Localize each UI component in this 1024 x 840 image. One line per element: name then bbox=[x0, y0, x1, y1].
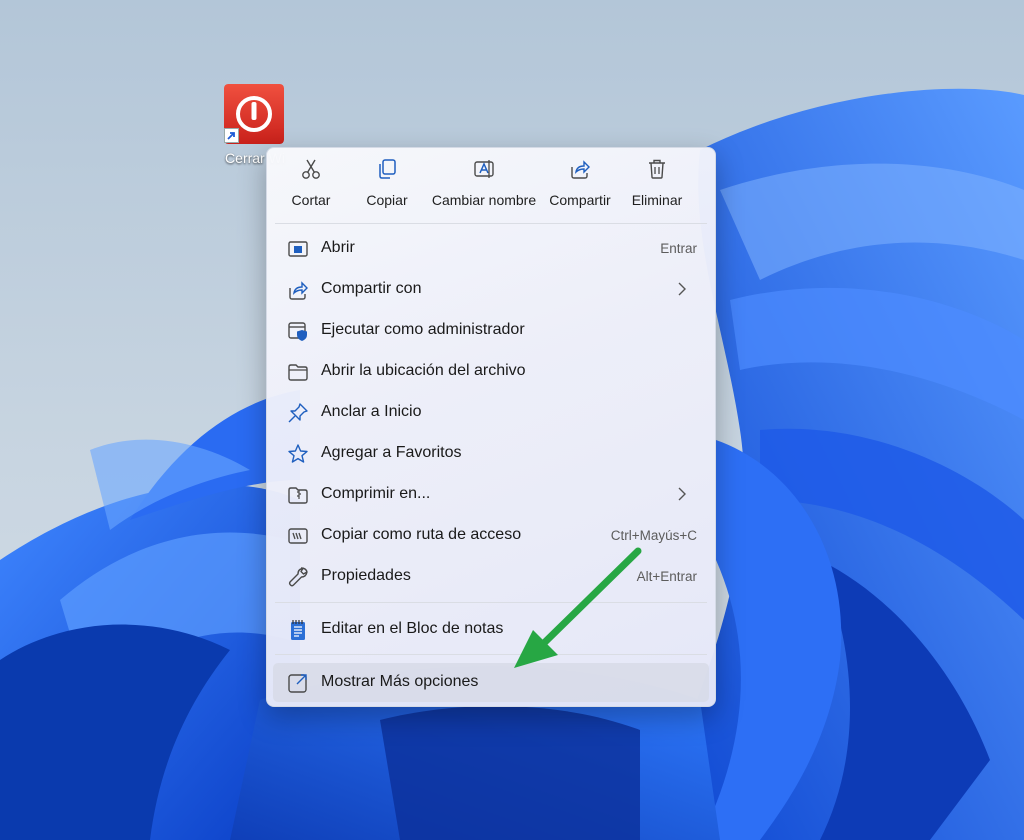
menu-item-label: Abrir la ubicación del archivo bbox=[321, 362, 526, 379]
menu-item-properties[interactable]: Propiedades Alt+Entrar bbox=[273, 557, 709, 596]
shortcut-arrow-icon bbox=[224, 128, 239, 143]
copy-label: Copiar bbox=[366, 192, 408, 208]
menu-item-label: Ejecutar como administrador bbox=[321, 321, 525, 338]
trash-icon bbox=[649, 159, 665, 179]
quick-actions-bar: Cortar Copiar Cambiar nombre Compartir E… bbox=[267, 148, 715, 223]
chevron-right-icon bbox=[678, 487, 686, 501]
wrench-icon bbox=[288, 567, 308, 587]
delete-label: Eliminar bbox=[631, 192, 683, 208]
menu-item-open-location[interactable]: Abrir la ubicación del archivo bbox=[273, 352, 709, 391]
menu-item-label: Propiedades bbox=[321, 567, 411, 584]
menu-item-shortcut: Entrar bbox=[660, 241, 697, 256]
share-button[interactable]: Compartir bbox=[545, 158, 615, 218]
menu-item-add-favorites[interactable]: Agregar a Favoritos bbox=[273, 434, 709, 473]
menu-item-label: Agregar a Favoritos bbox=[321, 444, 462, 461]
cut-label: Cortar bbox=[291, 192, 331, 208]
share-with-icon bbox=[289, 281, 308, 300]
menu-item-label: Copiar como ruta de acceso bbox=[321, 526, 522, 543]
notepad-icon bbox=[291, 620, 305, 640]
context-menu: Cortar Copiar Cambiar nombre Compartir E… bbox=[266, 147, 716, 707]
separator bbox=[275, 223, 707, 224]
menu-item-label: Abrir bbox=[321, 239, 355, 256]
menu-item-label: Anclar a Inicio bbox=[321, 403, 422, 420]
menu-item-label: Mostrar Más opciones bbox=[321, 673, 479, 690]
zip-folder-icon bbox=[288, 487, 308, 504]
share-icon bbox=[571, 160, 590, 179]
menu-item-label: Comprimir en... bbox=[321, 485, 431, 502]
open-app-icon bbox=[288, 241, 308, 257]
menu-item-show-more-options[interactable]: Mostrar Más opciones bbox=[273, 663, 709, 702]
menu-item-run-as-admin[interactable]: Ejecutar como administrador bbox=[273, 311, 709, 350]
copy-button[interactable]: Copiar bbox=[355, 158, 419, 218]
menu-item-open[interactable]: Abrir Entrar bbox=[273, 229, 709, 268]
star-icon bbox=[288, 444, 308, 463]
menu-item-edit-notepad[interactable]: Editar en el Bloc de notas bbox=[273, 610, 709, 649]
menu-item-shortcut: Alt+Entrar bbox=[636, 569, 697, 584]
copy-icon bbox=[379, 159, 396, 179]
delete-button[interactable]: Eliminar bbox=[625, 158, 689, 218]
rename-icon bbox=[474, 160, 494, 178]
rename-button[interactable]: Cambiar nombre bbox=[425, 158, 543, 218]
scissors-icon bbox=[302, 159, 320, 179]
rename-label: Cambiar nombre bbox=[431, 192, 537, 208]
menu-item-pin-start[interactable]: Anclar a Inicio bbox=[273, 393, 709, 432]
menu-item-label: Editar en el Bloc de notas bbox=[321, 620, 504, 637]
menu-item-copy-path[interactable]: Copiar como ruta de acceso Ctrl+Mayús+C bbox=[273, 516, 709, 555]
menu-item-label: Compartir con bbox=[321, 280, 422, 297]
cut-button[interactable]: Cortar bbox=[281, 158, 341, 218]
copy-path-icon bbox=[288, 528, 308, 544]
separator bbox=[275, 654, 707, 655]
folder-icon bbox=[288, 364, 308, 381]
share-label: Compartir bbox=[549, 192, 611, 208]
menu-item-shortcut: Ctrl+Mayús+C bbox=[610, 528, 697, 543]
menu-item-share-with[interactable]: Compartir con bbox=[273, 270, 709, 309]
separator bbox=[275, 602, 707, 603]
more-options-icon bbox=[288, 674, 307, 693]
menu-item-compress[interactable]: Comprimir en... bbox=[273, 475, 709, 514]
chevron-right-icon bbox=[678, 282, 686, 296]
pin-icon bbox=[288, 403, 308, 423]
admin-shield-icon bbox=[288, 322, 307, 341]
